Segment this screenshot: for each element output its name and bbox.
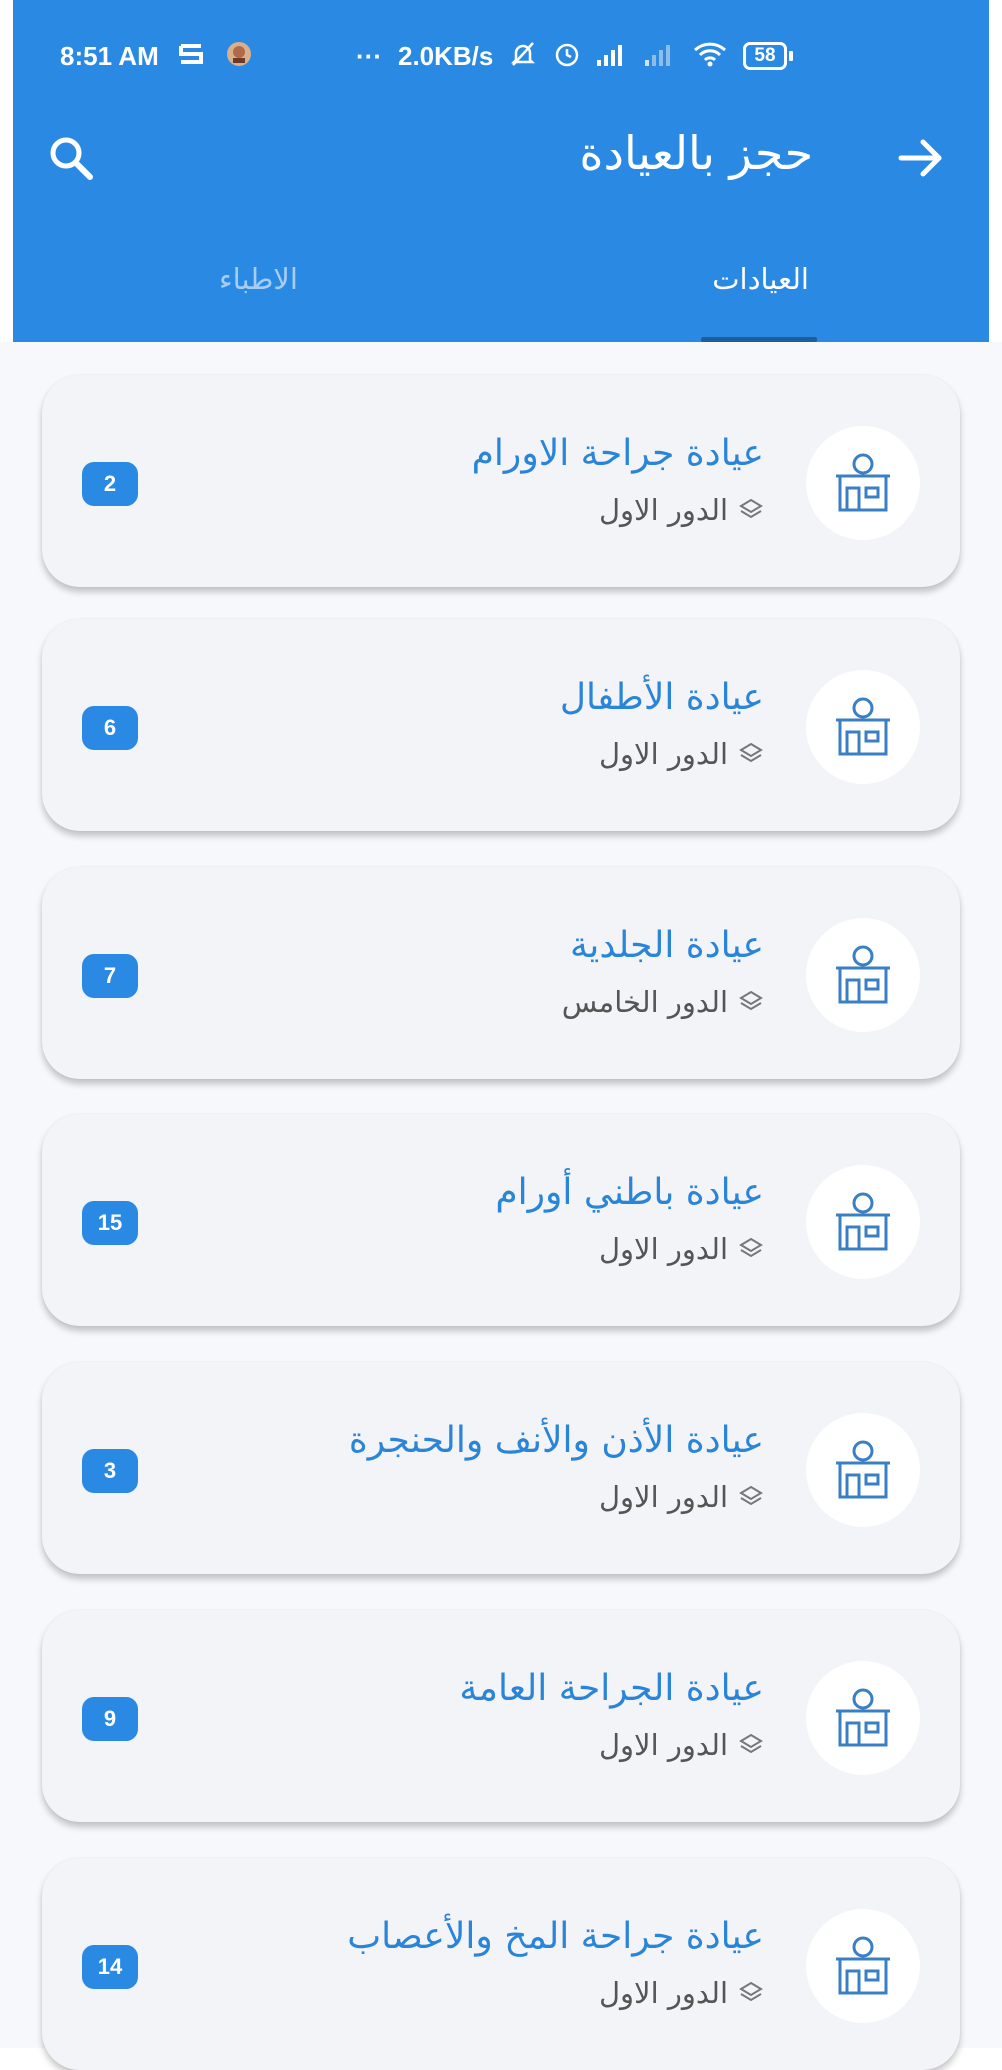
- alarm-icon: [553, 40, 581, 72]
- clinic-building-icon: [836, 1192, 890, 1251]
- clinic-name: عيادة جراحة الاورام: [471, 433, 764, 474]
- clinic-floor: الدور الاول: [599, 1976, 764, 2010]
- clinic-name: عيادة الأذن والأنف والحنجرة: [348, 1420, 764, 1461]
- bell-off-icon: [509, 40, 537, 72]
- count-badge: 7: [82, 954, 138, 998]
- wifi-icon: [693, 41, 727, 71]
- clinic-avatar: [806, 1165, 920, 1279]
- page-title: حجز بالعيادة: [579, 126, 813, 180]
- clinic-building-icon: [836, 1936, 890, 1995]
- count-badge: 2: [82, 462, 138, 506]
- clinic-floor: الدور الاول: [599, 1232, 764, 1266]
- clinic-avatar: [806, 1909, 920, 2023]
- layers-icon: [739, 1237, 763, 1258]
- layers-icon: [739, 1733, 763, 1754]
- clinic-card[interactable]: عيادة الأطفال الدور الاول 6: [42, 619, 960, 831]
- status-net-speed: 2.0KB/s: [397, 40, 494, 71]
- clinic-name: عيادة باطني أورام: [495, 1172, 764, 1213]
- app-bar: 8:51 AM ··· 2.0KB/s 58 حجز بالعيادة العي…: [13, 0, 989, 342]
- clinic-card[interactable]: عيادة باطني أورام الدور الاول 15: [42, 1114, 960, 1326]
- clinic-floor: الدور الاول: [599, 493, 764, 527]
- signal-weak-icon: [645, 42, 677, 70]
- status-more: ···: [356, 40, 382, 71]
- signal-icon: [597, 42, 629, 70]
- clinic-card[interactable]: عيادة جراحة المخ والأعصاب الدور الاول 14: [42, 1858, 960, 2070]
- count-badge: 9: [82, 1697, 138, 1741]
- clinic-floor: الدور الاول: [599, 737, 764, 771]
- clinic-floor: الدور الخامس: [562, 985, 764, 1019]
- status-bar: 8:51 AM ··· 2.0KB/s 58: [13, 0, 989, 118]
- clinic-avatar: [806, 918, 920, 1032]
- tab-doctors[interactable]: الاطباء: [219, 262, 298, 296]
- tab-clinics[interactable]: العيادات: [712, 262, 809, 296]
- clinic-card[interactable]: عيادة الأذن والأنف والحنجرة الدور الاول …: [42, 1362, 960, 1574]
- clinic-name: عيادة الجلدية: [570, 925, 764, 966]
- clinic-list: عيادة جراحة الاورام الدور الاول 2 عيادة …: [0, 342, 1002, 2070]
- search-icon: [50, 137, 93, 180]
- layers-icon: [739, 498, 763, 519]
- clinic-building-icon: [836, 1440, 890, 1499]
- clinic-name: عيادة جراحة المخ والأعصاب: [347, 1916, 764, 1957]
- count-badge: 15: [82, 1201, 138, 1245]
- layers-icon: [739, 1981, 763, 2002]
- clinic-avatar: [806, 1661, 920, 1775]
- clinic-avatar: [806, 1413, 920, 1527]
- clinic-floor: الدور الاول: [599, 1480, 764, 1514]
- clinic-building-icon: [836, 945, 890, 1004]
- clinic-name: عيادة الأطفال: [559, 677, 764, 718]
- app-notification-icon: [225, 40, 253, 72]
- clinic-card[interactable]: عيادة جراحة الاورام الدور الاول 2: [42, 375, 960, 587]
- layers-icon: [739, 990, 763, 1011]
- clinic-name: عيادة الجراحة العامة: [459, 1668, 764, 1709]
- search-button[interactable]: [45, 132, 97, 184]
- count-badge: 3: [82, 1449, 138, 1493]
- clinic-floor: الدور الاول: [599, 1728, 764, 1762]
- clinic-avatar: [806, 670, 920, 784]
- clinic-card[interactable]: عيادة الجلدية الدور الخامس 7: [42, 867, 960, 1079]
- count-badge: 14: [82, 1945, 138, 1989]
- arrow-right-icon: [898, 139, 942, 177]
- sync-icon: [178, 42, 205, 70]
- battery-indicator: 58: [743, 42, 793, 70]
- clinic-building-icon: [836, 1688, 890, 1747]
- tab-bar: العيادات الاطباء: [13, 240, 989, 342]
- back-button[interactable]: [893, 130, 949, 186]
- layers-icon: [739, 742, 763, 763]
- clinic-building-icon: [836, 453, 890, 512]
- count-badge: 6: [82, 706, 138, 750]
- clinic-building-icon: [836, 697, 890, 756]
- status-time: 8:51 AM: [60, 40, 159, 71]
- layers-icon: [739, 1485, 763, 1506]
- clinic-card[interactable]: عيادة الجراحة العامة الدور الاول 9: [42, 1610, 960, 1822]
- clinic-avatar: [806, 426, 920, 540]
